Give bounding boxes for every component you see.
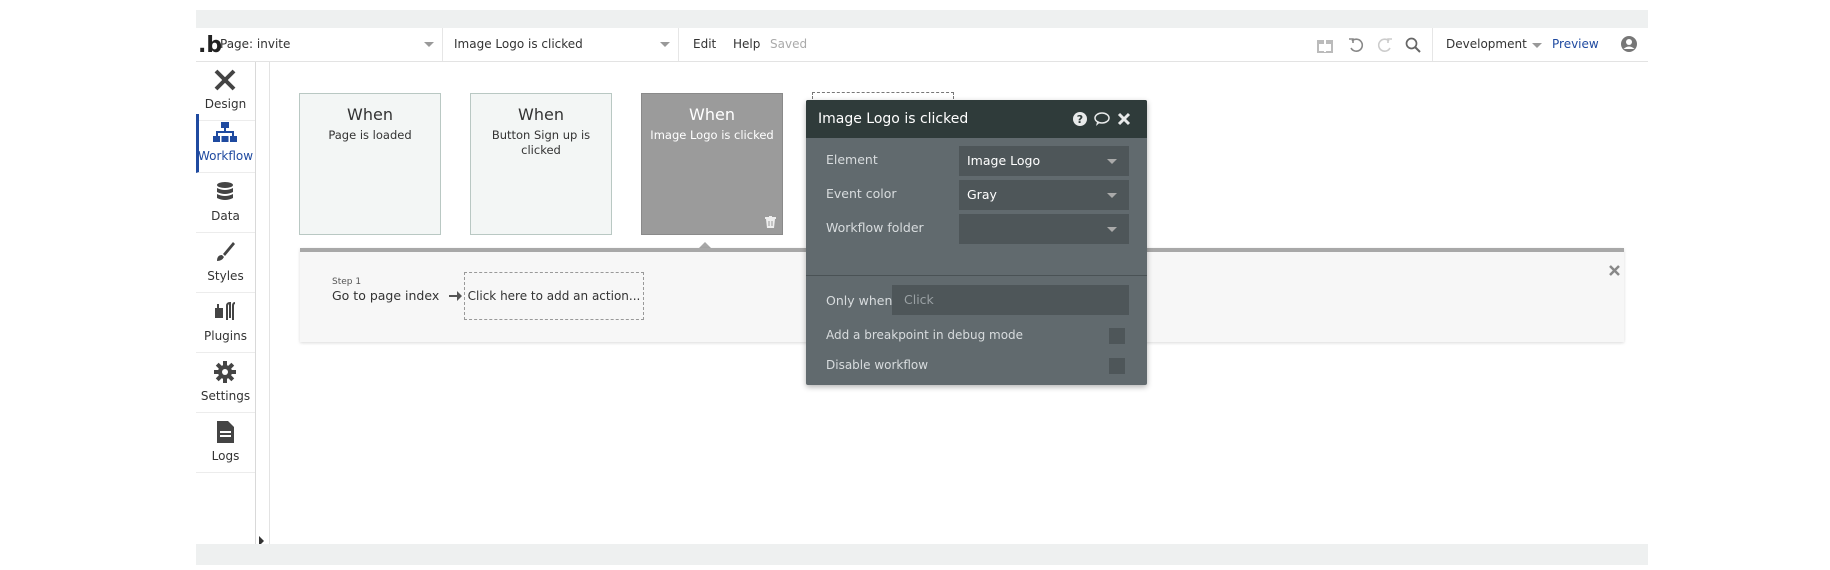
sidebar-item-design[interactable]: Design [196, 62, 255, 121]
panel-header: Image Logo is clicked ? [806, 100, 1147, 138]
breakpoint-label: Add a breakpoint in debug mode [826, 328, 1024, 342]
add-action-button[interactable]: Click here to add an action... [464, 272, 644, 320]
event-when-label: When [518, 105, 564, 124]
sidebar: Design Workflow Data Styles Plugins Sett… [196, 62, 264, 546]
editor-frame: .b Page: invite Image Logo is clicked Ed… [196, 10, 1648, 565]
chevron-down-icon [1532, 43, 1542, 48]
workflow-folder-dropdown[interactable] [959, 214, 1129, 244]
saved-status: Saved [770, 37, 808, 51]
breakpoint-checkbox[interactable] [1109, 328, 1125, 344]
workflow-folder-label: Workflow folder [826, 220, 924, 235]
plugins-icon [215, 301, 236, 320]
database-icon [217, 182, 233, 200]
user-avatar-icon[interactable] [1620, 35, 1638, 53]
sidebar-item-settings[interactable]: Settings [196, 354, 255, 413]
disable-workflow-label: Disable workflow [826, 358, 929, 372]
edit-menu[interactable]: Edit [693, 28, 716, 61]
event-selector-label: Image Logo is clicked [454, 37, 583, 51]
event-property-panel: Image Logo is clicked ? Element Image Lo… [806, 100, 1147, 385]
chevron-down-icon [1107, 193, 1117, 198]
search-icon[interactable] [1404, 36, 1422, 54]
sidebar-item-label: Plugins [204, 329, 247, 343]
app-logo[interactable]: .b [198, 33, 222, 58]
event-color-value: Gray [967, 187, 997, 202]
top-bar-background [196, 10, 1648, 28]
canvas-divider [269, 62, 270, 544]
event-description: Image Logo is clicked [650, 128, 774, 142]
gear-icon [214, 361, 236, 383]
panel-title: Image Logo is clicked [818, 111, 969, 127]
document-icon [217, 421, 234, 443]
arrow-right-icon [449, 291, 462, 301]
page-selector-label: Page: invite [220, 37, 291, 51]
environment-label: Development [1446, 37, 1527, 51]
step-number: Step 1 [332, 277, 362, 287]
help-icon[interactable]: ? [1072, 111, 1088, 127]
sidebar-item-logs[interactable]: Logs [196, 414, 255, 473]
sidebar-item-plugins[interactable]: Plugins [196, 294, 255, 353]
sidebar-item-label: Styles [207, 269, 244, 283]
design-icon [214, 69, 236, 91]
sidebar-item-label: Settings [200, 389, 251, 403]
panel-divider [806, 275, 1147, 276]
brush-icon [217, 242, 235, 261]
svg-text:?: ? [1077, 113, 1083, 126]
trash-icon[interactable] [765, 216, 776, 228]
event-when-label: When [347, 105, 393, 124]
chevron-down-icon [660, 42, 670, 47]
close-icon[interactable] [1116, 111, 1132, 127]
event-color-label: Event color [826, 186, 897, 201]
environment-selector[interactable]: Development [1446, 28, 1542, 61]
sidebar-item-label: Design [204, 97, 247, 111]
header: .b Page: invite Image Logo is clicked Ed… [196, 28, 1648, 62]
bottom-bar-background [196, 544, 1648, 565]
preview-button[interactable]: Preview [1552, 28, 1599, 61]
event-color-dropdown[interactable]: Gray [959, 180, 1129, 210]
element-value: Image Logo [967, 153, 1041, 168]
disable-workflow-checkbox[interactable] [1109, 358, 1125, 374]
workflow-icon [213, 122, 237, 142]
element-dropdown[interactable]: Image Logo [959, 146, 1129, 176]
close-icon[interactable] [1608, 264, 1621, 277]
sidebar-item-label: Workflow [197, 149, 254, 163]
header-divider [1432, 28, 1433, 61]
undo-icon[interactable] [1347, 36, 1365, 54]
event-selector[interactable]: Image Logo is clicked [454, 28, 679, 61]
only-when-label: Only when [826, 293, 893, 308]
redo-icon[interactable] [1376, 36, 1394, 54]
chevron-down-icon [1107, 159, 1117, 164]
sidebar-item-workflow[interactable]: Workflow [196, 114, 255, 173]
chevron-down-icon [424, 42, 434, 47]
sidebar-item-styles[interactable]: Styles [196, 234, 255, 293]
only-when-placeholder: Click [904, 292, 934, 307]
sidebar-item-label: Logs [211, 449, 240, 463]
event-card-image-logo-clicked[interactable]: When Image Logo is clicked [641, 93, 783, 235]
only-when-input[interactable]: Click [892, 285, 1129, 315]
sidebar-item-label: Data [211, 209, 240, 223]
event-description: Button Sign up is clicked [491, 128, 591, 157]
page-selector[interactable]: Page: invite [220, 28, 443, 61]
event-when-label: When [689, 105, 735, 124]
event-card-button-signup-clicked[interactable]: When Button Sign up is clicked [470, 93, 612, 235]
help-menu[interactable]: Help [733, 28, 760, 61]
event-description: Page is loaded [328, 128, 412, 142]
gift-icon[interactable] [1316, 36, 1334, 54]
comment-icon[interactable] [1094, 111, 1110, 127]
event-card-page-loaded[interactable]: When Page is loaded [299, 93, 441, 235]
chevron-down-icon [1107, 227, 1117, 232]
element-label: Element [826, 152, 878, 167]
step-action[interactable]: Go to page index [332, 288, 439, 303]
sidebar-item-data[interactable]: Data [196, 174, 255, 233]
